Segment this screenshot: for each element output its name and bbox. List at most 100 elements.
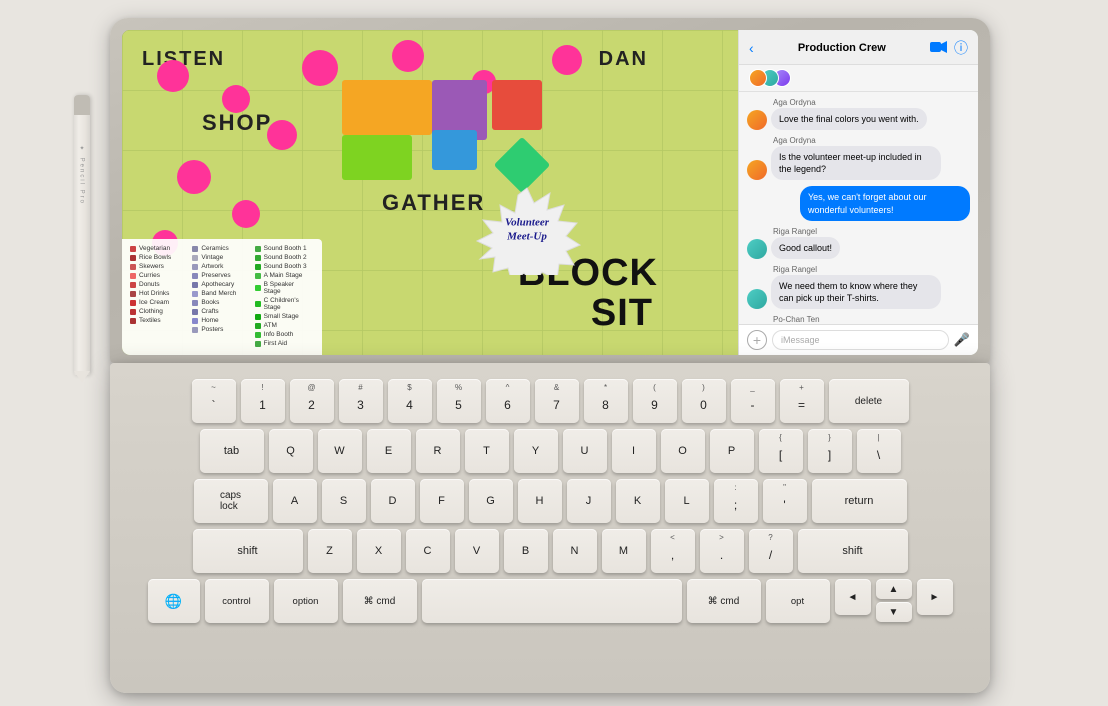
msg-bubble: Is the volunteer meet-up included in the…	[771, 146, 941, 180]
key-e[interactable]: E	[367, 429, 411, 473]
key-shift-right[interactable]: shift	[798, 529, 908, 573]
scene: LISTEN SHOP GATHER BLOCK SIT DAN	[0, 0, 1108, 706]
key-w[interactable]: W	[318, 429, 362, 473]
messages-panel: ‹ Production Crew ⓘ	[738, 30, 978, 355]
mic-button[interactable]: 🎤	[954, 332, 970, 348]
key-arrow-down[interactable]: ▼	[876, 602, 912, 622]
key-m[interactable]: M	[602, 529, 646, 573]
keyboard-row-numbers: ~` !1 @2 #3 $4 %5 ^6 &7 *8 (9 )0 _- += d…	[130, 379, 970, 423]
key-arrow-left[interactable]: ◄	[835, 579, 871, 615]
key-comma[interactable]: <,	[651, 529, 695, 573]
message-input[interactable]: iMessage	[772, 330, 949, 350]
map-pink-circle	[157, 60, 189, 92]
map-shape-red	[492, 80, 542, 130]
key-arrow-right[interactable]: ►	[917, 579, 953, 615]
key-control[interactable]: control	[205, 579, 269, 623]
key-backslash[interactable]: |\	[857, 429, 901, 473]
key-k[interactable]: K	[616, 479, 660, 523]
key-cmd-right[interactable]: ⌘ cmd	[687, 579, 761, 623]
key-j[interactable]: J	[567, 479, 611, 523]
map-label-sit: SIT	[591, 292, 653, 335]
key-bracket-open[interactable]: {[	[759, 429, 803, 473]
key-0[interactable]: )0	[682, 379, 726, 423]
keyboard-row-qwerty: tab Q W E R T Y U I O P {[ }] |\	[130, 429, 970, 473]
key-shift-left[interactable]: shift	[193, 529, 303, 573]
key-4[interactable]: $4	[388, 379, 432, 423]
ipad-screen: LISTEN SHOP GATHER BLOCK SIT DAN	[122, 30, 978, 355]
msg-bubble: Good callout!	[771, 237, 840, 259]
map-content: LISTEN SHOP GATHER BLOCK SIT DAN	[122, 30, 738, 355]
msg-bubble-wrap: Riga Rangel We need them to know where t…	[771, 265, 941, 309]
key-tab[interactable]: tab	[200, 429, 264, 473]
key-space[interactable]	[422, 579, 682, 623]
video-call-button[interactable]	[930, 40, 948, 56]
message-row: Riga Rangel Good callout!	[747, 227, 970, 259]
message-row: Riga Rangel We need them to know where t…	[747, 265, 970, 309]
key-3[interactable]: #3	[339, 379, 383, 423]
message-row: Aga Ordyna Love the final colors you wen…	[747, 98, 970, 130]
key-d[interactable]: D	[371, 479, 415, 523]
pencil-top	[74, 95, 90, 115]
key-9[interactable]: (9	[633, 379, 677, 423]
map-grid: LISTEN SHOP GATHER BLOCK SIT DAN	[122, 30, 738, 355]
key-i[interactable]: I	[612, 429, 656, 473]
apple-pencil-pro: ✦ Pencil Pro	[74, 95, 90, 375]
avatar-group	[749, 69, 791, 87]
msg-bubble-wrap: Aga Ordyna Love the final colors you wen…	[771, 98, 927, 130]
key-2[interactable]: @2	[290, 379, 334, 423]
key-globe[interactable]: 🌐	[148, 579, 200, 623]
key-1[interactable]: !1	[241, 379, 285, 423]
key-quote[interactable]: "'	[763, 479, 807, 523]
key-v[interactable]: V	[455, 529, 499, 573]
key-8[interactable]: *8	[584, 379, 628, 423]
msg-sender: Riga Rangel	[771, 227, 840, 236]
key-l[interactable]: L	[665, 479, 709, 523]
key-s[interactable]: S	[322, 479, 366, 523]
key-bracket-close[interactable]: }]	[808, 429, 852, 473]
key-semicolon[interactable]: :;	[714, 479, 758, 523]
key-caps-lock[interactable]: capslock	[194, 479, 268, 523]
key-a[interactable]: A	[273, 479, 317, 523]
key-f[interactable]: F	[420, 479, 464, 523]
add-attachment-button[interactable]: +	[747, 330, 767, 350]
map-pink-circle	[302, 50, 338, 86]
key-opt-right[interactable]: opt	[766, 579, 830, 623]
messages-input-bar: + iMessage 🎤	[739, 324, 978, 355]
key-x[interactable]: X	[357, 529, 401, 573]
key-slash[interactable]: ?/	[749, 529, 793, 573]
key-delete[interactable]: delete	[829, 379, 909, 423]
key-option[interactable]: option	[274, 579, 338, 623]
msg-bubble: We need them to know where they can pick…	[771, 275, 941, 309]
key-arrow-up[interactable]: ▲	[876, 579, 912, 599]
key-q[interactable]: Q	[269, 429, 313, 473]
key-b[interactable]: B	[504, 529, 548, 573]
msg-sender: Riga Rangel	[771, 265, 941, 274]
pencil-tip	[74, 371, 90, 383]
key-backtick[interactable]: ~`	[192, 379, 236, 423]
map-label-shop: SHOP	[202, 110, 272, 136]
key-g[interactable]: G	[469, 479, 513, 523]
key-period[interactable]: >.	[700, 529, 744, 573]
key-6[interactable]: ^6	[486, 379, 530, 423]
key-y[interactable]: Y	[514, 429, 558, 473]
map-pink-circle	[392, 40, 424, 72]
info-button[interactable]: ⓘ	[954, 38, 968, 58]
key-cmd-left[interactable]: ⌘ cmd	[343, 579, 417, 623]
key-p[interactable]: P	[710, 429, 754, 473]
key-r[interactable]: R	[416, 429, 460, 473]
key-7[interactable]: &7	[535, 379, 579, 423]
map-shape-orange	[342, 80, 432, 135]
key-minus[interactable]: _-	[731, 379, 775, 423]
key-5[interactable]: %5	[437, 379, 481, 423]
key-h[interactable]: H	[518, 479, 562, 523]
keyboard-row-asdf: capslock A S D F G H J K L :; "' return	[130, 479, 970, 523]
key-t[interactable]: T	[465, 429, 509, 473]
key-z[interactable]: Z	[308, 529, 352, 573]
map-shape-blue	[432, 130, 477, 170]
key-n[interactable]: N	[553, 529, 597, 573]
key-c[interactable]: C	[406, 529, 450, 573]
key-o[interactable]: O	[661, 429, 705, 473]
key-return[interactable]: return	[812, 479, 907, 523]
key-equals[interactable]: +=	[780, 379, 824, 423]
key-u[interactable]: U	[563, 429, 607, 473]
